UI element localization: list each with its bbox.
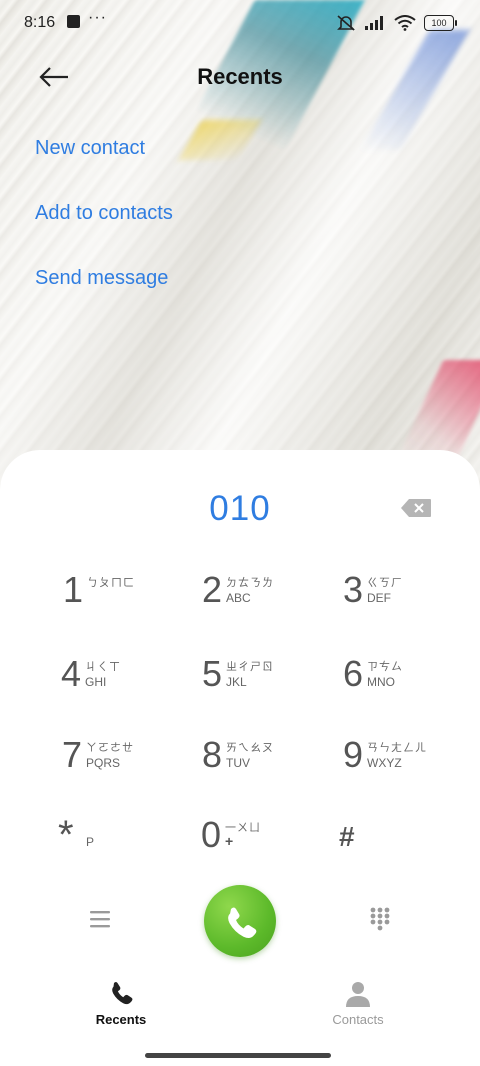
key-letters: WXYZ	[367, 756, 402, 770]
key-hash[interactable]: #	[339, 815, 479, 885]
key-digit: 7	[62, 734, 83, 775]
page-title: Recents	[197, 64, 283, 89]
key-letters: TUV	[226, 756, 250, 770]
key-zhuyin: ㄍㄎㄏ	[367, 577, 403, 589]
key-zhuyin: ㄚㄛㄜㄝ	[86, 742, 134, 754]
new-contact-link[interactable]: New contact	[35, 137, 145, 160]
dialpad-toggle-button[interactable]	[369, 906, 391, 932]
key-letters: +	[225, 833, 234, 849]
key-digit: 6	[343, 653, 364, 694]
key-digit: 4	[61, 653, 82, 694]
wifi-icon	[394, 15, 416, 31]
dialpad-icon	[370, 907, 390, 931]
home-indicator	[145, 1053, 331, 1058]
send-message-link[interactable]: Send message	[35, 267, 168, 290]
key-zhuyin: ㄅㄆㄇㄈ	[87, 577, 135, 589]
tab-contacts[interactable]: Contacts	[288, 978, 428, 1038]
key-star[interactable]: * P	[58, 815, 198, 885]
phone-icon	[112, 982, 133, 1005]
key-letters: MNO	[367, 675, 395, 689]
key-zhuyin: ㄗㄘㄙ	[367, 661, 403, 673]
key-letters: P	[86, 835, 95, 849]
signal-icon	[365, 16, 383, 30]
key-digit: 3	[343, 569, 364, 610]
call-button[interactable]	[204, 885, 276, 957]
key-letters: DEF	[367, 591, 391, 605]
key-1[interactable]: 1 ㄅㄆㄇㄈ	[63, 570, 203, 640]
key-zhuyin: ㄉㄊㄋㄌ	[226, 577, 274, 589]
phone-icon	[228, 907, 257, 939]
key-digit: #	[339, 821, 355, 852]
battery-icon: 100	[424, 15, 457, 31]
more-notifications-icon: ···	[88, 9, 107, 26]
tab-recents[interactable]: Recents	[51, 978, 191, 1038]
backspace-icon	[401, 499, 431, 517]
notification-icon	[67, 15, 80, 28]
key-zhuyin: ㄞㄟㄠㄡ	[226, 742, 274, 754]
menu-button[interactable]	[89, 909, 111, 929]
status-bar: 8:16 ··· 100	[0, 0, 480, 46]
add-to-contacts-link[interactable]: Add to contacts	[35, 202, 173, 225]
tab-contacts-label: Contacts	[332, 1012, 384, 1027]
key-zhuyin: ㄐㄑㄒ	[85, 661, 121, 673]
tab-recents-label: Recents	[95, 1012, 147, 1027]
key-digit: 1	[63, 569, 84, 610]
person-icon	[346, 982, 370, 1007]
key-7[interactable]: 7 ㄚㄛㄜㄝ PQRS	[62, 735, 202, 805]
status-time: 8:16	[24, 14, 56, 31]
silent-bell-icon	[337, 15, 355, 31]
key-letters: ABC	[226, 591, 251, 605]
key-zhuyin: ㄓㄔㄕㄖ	[226, 661, 274, 673]
key-letters: GHI	[85, 675, 107, 689]
key-zhuyin: ㄢㄣㄤㄥㄦ	[367, 742, 427, 754]
key-2[interactable]: 2 ㄉㄊㄋㄌ ABC	[202, 570, 342, 640]
key-letters: JKL	[226, 675, 247, 689]
key-letters: PQRS	[86, 756, 121, 770]
key-4[interactable]: 4 ㄐㄑㄒ GHI	[61, 654, 201, 724]
key-digit: 8	[202, 734, 223, 775]
key-digit: 9	[343, 734, 364, 775]
key-digit: *	[58, 813, 74, 857]
backspace-button[interactable]	[400, 498, 432, 518]
key-0[interactable]: 0 一ㄨㄩ +	[201, 815, 341, 885]
key-8[interactable]: 8 ㄞㄟㄠㄡ TUV	[202, 735, 342, 805]
menu-icon	[90, 911, 110, 928]
status-icons: 100	[336, 13, 457, 33]
key-digit: 2	[202, 569, 223, 610]
key-digit: 5	[202, 653, 223, 694]
key-3[interactable]: 3 ㄍㄎㄏ DEF	[343, 570, 480, 640]
key-9[interactable]: 9 ㄢㄣㄤㄥㄦ WXYZ	[343, 735, 480, 805]
key-5[interactable]: 5 ㄓㄔㄕㄖ JKL	[202, 654, 342, 724]
key-digit: 0	[201, 814, 222, 855]
key-6[interactable]: 6 ㄗㄘㄙ MNO	[343, 654, 480, 724]
